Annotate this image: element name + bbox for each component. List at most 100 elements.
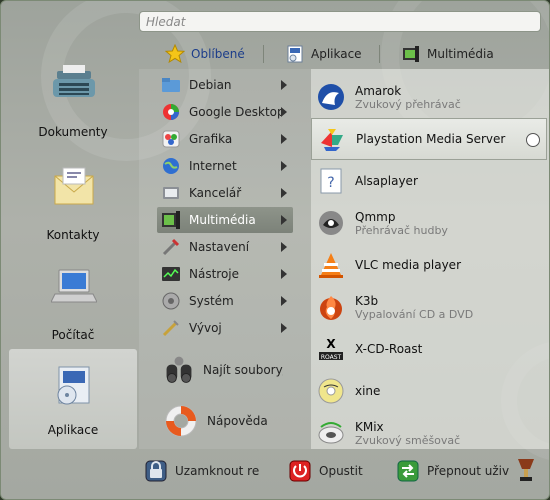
tab-separator bbox=[379, 45, 380, 63]
svg-text:ROAST: ROAST bbox=[321, 354, 342, 361]
add-to-favorites-icon[interactable] bbox=[526, 133, 540, 147]
utilities-icon bbox=[162, 267, 180, 281]
chevron-right-icon bbox=[281, 242, 287, 252]
lock-button[interactable]: Uzamknout re bbox=[145, 459, 265, 483]
chevron-right-icon bbox=[281, 323, 287, 333]
app-text: KMix Zvukový směšovač bbox=[355, 420, 460, 447]
vlc-cone-icon bbox=[319, 253, 343, 278]
app-description: Přehrávač hudby bbox=[355, 223, 448, 237]
chevron-right-icon bbox=[281, 269, 287, 279]
lock-icon bbox=[145, 460, 167, 482]
chevron-right-icon bbox=[281, 188, 287, 198]
app-text: Amarok Zvukový přehrávač bbox=[355, 84, 461, 111]
category-label: Systém bbox=[189, 294, 234, 308]
app-name: Alsaplayer bbox=[355, 174, 418, 188]
help-button[interactable]: Nápověda bbox=[159, 399, 283, 443]
left-item-dokumenty[interactable]: Dokumenty bbox=[9, 53, 137, 153]
logout-button[interactable]: Opustit bbox=[289, 459, 363, 483]
category-item[interactable]: Nástroje bbox=[157, 261, 293, 287]
app-description: Zvukový přehrávač bbox=[355, 97, 461, 111]
tab-aplikace[interactable]: Aplikace bbox=[285, 41, 362, 67]
tab-multimedia[interactable]: Multimédia bbox=[401, 41, 494, 67]
category-label: Multimédia bbox=[189, 213, 256, 227]
app-item[interactable]: KMix Zvukový směšovač bbox=[311, 412, 547, 454]
amarok-icon bbox=[318, 84, 344, 110]
multimedia-icon bbox=[403, 46, 419, 62]
chevron-right-icon bbox=[281, 215, 287, 225]
app-name: K3b bbox=[355, 293, 379, 308]
app-text: Alsaplayer bbox=[355, 174, 418, 188]
app-item[interactable]: K3b Vypalování CD a DVD bbox=[311, 286, 547, 328]
app-name: Amarok bbox=[355, 83, 402, 98]
chevron-right-icon bbox=[281, 134, 287, 144]
applications-box-icon bbox=[57, 366, 90, 405]
category-label: Internet bbox=[189, 159, 237, 173]
category-item[interactable]: Internet bbox=[157, 153, 293, 179]
kmix-icon bbox=[318, 422, 344, 444]
playstation-icon bbox=[321, 129, 343, 151]
office-icon bbox=[163, 187, 179, 199]
svg-text:?: ? bbox=[327, 175, 334, 191]
app-text: X-CD-Roast bbox=[355, 342, 422, 356]
category-label: Vývoj bbox=[189, 321, 222, 335]
search-placeholder: Hledat bbox=[146, 15, 186, 29]
category-item[interactable]: Systém bbox=[157, 288, 293, 314]
app-text: VLC media player bbox=[355, 258, 461, 272]
left-item-kontakty[interactable]: Kontakty bbox=[9, 156, 137, 256]
app-description: Vypalování CD a DVD bbox=[355, 307, 474, 321]
app-text: xine bbox=[355, 384, 380, 398]
unknown-app-icon: ? bbox=[320, 168, 342, 194]
qmmp-icon bbox=[319, 211, 343, 235]
category-label: Google Desktop bbox=[189, 105, 281, 119]
app-item[interactable]: xine bbox=[311, 370, 547, 412]
chevron-right-icon bbox=[281, 80, 287, 90]
find-files-button[interactable]: Najít soubory/s bbox=[159, 348, 283, 392]
xine-icon bbox=[318, 378, 344, 404]
app-item[interactable]: X ROAST X-CD-Roast bbox=[311, 328, 547, 370]
app-item[interactable]: ? Alsaplayer bbox=[311, 160, 547, 202]
graphics-icon bbox=[162, 130, 180, 148]
bottom-bar: Uzamknout re Opustit Přepnout uživ bbox=[139, 453, 541, 489]
search-input[interactable]: Hledat bbox=[139, 11, 541, 32]
left-item-aplikace[interactable]: Aplikace bbox=[9, 349, 137, 449]
app-item[interactable]: Qmmp Přehrávač hudby bbox=[311, 202, 547, 244]
category-item[interactable]: Debian bbox=[157, 72, 293, 98]
category-label: Nástroje bbox=[189, 267, 240, 281]
left-item-label: Aplikace bbox=[47, 423, 99, 437]
app-name: Qmmp bbox=[355, 209, 396, 224]
left-item-pocitac[interactable]: Počítač bbox=[9, 256, 137, 356]
app-description: Zvukový směšovač bbox=[355, 433, 461, 447]
tab-oblibene[interactable]: Oblíbené bbox=[165, 41, 245, 67]
star-icon bbox=[165, 44, 185, 64]
category-item[interactable]: Nastavení bbox=[157, 234, 293, 260]
applications-icon bbox=[287, 45, 303, 63]
category-item[interactable]: Vývoj bbox=[157, 315, 293, 341]
app-item[interactable]: Amarok Zvukový přehrávač bbox=[311, 76, 547, 118]
category-item[interactable]: Google Desktop bbox=[157, 99, 293, 125]
trophy-icon bbox=[518, 459, 534, 481]
app-item[interactable]: Playstation Media Server bbox=[311, 118, 547, 160]
development-icon bbox=[162, 320, 179, 337]
switch-user-button[interactable]: Přepnout uživ bbox=[397, 459, 511, 483]
category-item[interactable]: Kancelář bbox=[157, 180, 293, 206]
typewriter-icon bbox=[53, 65, 95, 97]
chevron-right-icon bbox=[281, 107, 287, 117]
app-item[interactable]: VLC media player bbox=[311, 244, 547, 286]
tab-bar: Oblíbené Aplikace Multimédia bbox=[139, 41, 541, 67]
category-label: Kancelář bbox=[189, 186, 242, 200]
app-name: VLC media player bbox=[355, 258, 462, 272]
category-item[interactable]: Grafika bbox=[157, 126, 293, 152]
contacts-icon bbox=[54, 167, 94, 205]
app-name: Playstation Media Server bbox=[356, 132, 506, 146]
lifebuoy-icon bbox=[165, 405, 197, 437]
multimedia-icon bbox=[162, 211, 180, 229]
category-item[interactable]: Multimédia bbox=[157, 207, 293, 233]
laptop-icon bbox=[51, 269, 97, 303]
app-name: KMix bbox=[355, 419, 384, 434]
xcdroast-icon: X ROAST bbox=[319, 337, 343, 361]
application-list: Amarok Zvukový přehrávač Playstation Media… bbox=[311, 69, 549, 449]
category-label: Debian bbox=[189, 78, 232, 92]
app-text: K3b Vypalování CD a DVD bbox=[355, 294, 473, 321]
globe-icon bbox=[163, 158, 179, 174]
app-name: X-CD-Roast bbox=[355, 342, 423, 356]
